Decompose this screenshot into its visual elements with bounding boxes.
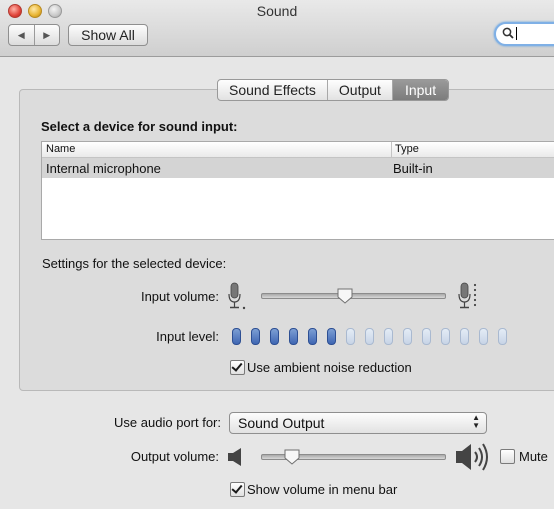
- level-segment: [365, 328, 374, 345]
- back-forward-control: ◀ ▶: [8, 24, 60, 46]
- ambient-noise-label: Use ambient noise reduction: [247, 360, 412, 375]
- level-segment: [441, 328, 450, 345]
- device-type-cell: Built-in: [393, 161, 433, 176]
- tab-bar: Sound Effects Output Input: [217, 79, 450, 101]
- speaker-high-icon: [456, 443, 488, 471]
- mute-checkbox[interactable]: [500, 449, 515, 464]
- audio-port-select[interactable]: Sound Output ▲ ▼: [229, 412, 487, 434]
- column-divider: [391, 142, 392, 157]
- back-arrow-icon[interactable]: ◀: [9, 25, 35, 45]
- search-field[interactable]: [494, 22, 554, 46]
- level-segment: [270, 328, 279, 345]
- microphone-high-icon: [458, 282, 477, 309]
- device-name-cell: Internal microphone: [46, 161, 161, 176]
- level-segment: [232, 328, 241, 345]
- updown-arrows-icon: ▲ ▼: [472, 413, 480, 430]
- output-volume-slider[interactable]: [284, 449, 300, 465]
- input-volume-slider[interactable]: [337, 288, 353, 304]
- level-segment: [422, 328, 431, 345]
- input-device-table[interactable]: Name Type Internal microphone Built-in: [41, 141, 554, 240]
- level-segment: [403, 328, 412, 345]
- table-row[interactable]: Internal microphone Built-in: [42, 158, 554, 178]
- show-volume-label: Show volume in menu bar: [247, 482, 398, 497]
- tab-output[interactable]: Output: [328, 80, 393, 100]
- level-segment: [327, 328, 336, 345]
- level-segment: [479, 328, 488, 345]
- level-segment: [346, 328, 355, 345]
- tab-input[interactable]: Input: [392, 80, 449, 100]
- input-level-label: Input level:: [156, 329, 219, 344]
- input-level-meter: [232, 328, 517, 345]
- level-segment: [308, 328, 317, 345]
- selected-device-settings-label: Settings for the selected device:: [42, 256, 227, 271]
- level-segment: [251, 328, 260, 345]
- title-bar: Sound ◀ ▶ Show All: [0, 0, 554, 57]
- window-title: Sound: [256, 3, 298, 19]
- audio-port-label: Use audio port for:: [114, 415, 221, 430]
- mute-label: Mute: [519, 449, 548, 464]
- search-icon: [502, 27, 514, 39]
- ambient-noise-checkbox[interactable]: [230, 360, 245, 375]
- input-volume-label: Input volume:: [140, 289, 219, 304]
- column-header-name[interactable]: Name: [46, 143, 75, 155]
- speaker-low-icon: [228, 448, 241, 466]
- level-segment: [384, 328, 393, 345]
- audio-port-value: Sound Output: [238, 415, 325, 431]
- output-volume-label: Output volume:: [130, 449, 219, 464]
- select-device-heading: Select a device for sound input:: [41, 119, 238, 134]
- level-segment: [289, 328, 298, 345]
- tab-sound-effects[interactable]: Sound Effects: [218, 80, 328, 100]
- level-segment: [460, 328, 469, 345]
- text-caret: [516, 27, 517, 40]
- show-volume-checkbox[interactable]: [230, 482, 245, 497]
- forward-arrow-icon[interactable]: ▶: [35, 25, 60, 45]
- table-header: Name Type: [42, 142, 554, 158]
- column-header-type[interactable]: Type: [395, 143, 419, 155]
- input-volume-track: [261, 293, 446, 299]
- microphone-low-icon: [228, 282, 246, 310]
- show-all-button[interactable]: Show All: [68, 24, 148, 46]
- level-segment: [498, 328, 507, 345]
- input-settings-panel: [19, 89, 554, 391]
